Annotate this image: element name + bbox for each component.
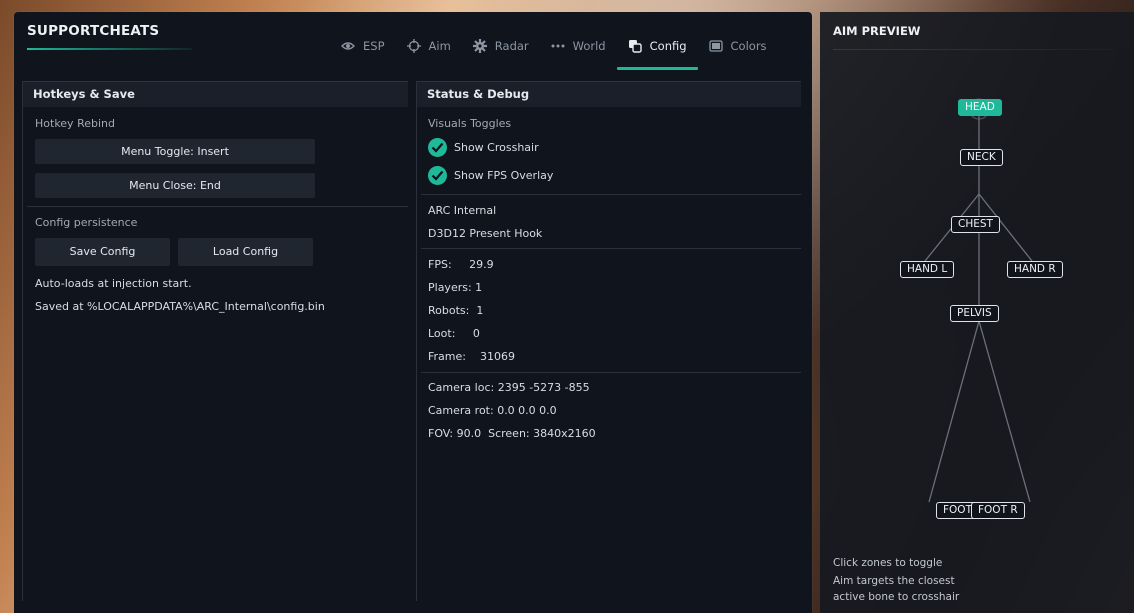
hotkeys-title: Hotkeys & Save (23, 81, 408, 107)
tab-aim[interactable]: Aim (396, 34, 462, 58)
autoload-note: Auto-loads at injection start. (35, 277, 192, 290)
tab-esp[interactable]: ESP (330, 34, 396, 58)
brand-title: SUPPORTCHEATS (27, 23, 160, 39)
divider (421, 372, 801, 373)
saved-path: Saved at %LOCALAPPDATA%\ARC_Internal\con… (35, 300, 325, 313)
players-stat: Players: 1 (428, 281, 483, 294)
hotkey-rebind-label: Hotkey Rebind (35, 117, 115, 130)
bone-hand-r[interactable]: HAND R (1007, 261, 1063, 278)
load-config-button[interactable]: Load Config (178, 238, 313, 266)
tab-radar[interactable]: Radar (462, 34, 540, 58)
menu-close-button[interactable]: Menu Close: End (35, 173, 315, 198)
aim-note-3: active bone to crosshair (833, 591, 960, 603)
bone-hand-l[interactable]: HAND L (900, 261, 955, 278)
tab-world-label: World (572, 39, 606, 53)
tab-world[interactable]: World (540, 34, 617, 58)
bone-foot-r[interactable]: FOOT R (971, 502, 1025, 519)
divider (421, 248, 801, 249)
fov-screen: FOV: 90.0 Screen: 3840x2160 (428, 427, 596, 440)
eye-icon (341, 39, 355, 53)
fps-stat: FPS: 29.9 (428, 258, 494, 271)
tab-config-label: Config (649, 39, 687, 53)
show-fps-checkbox[interactable] (428, 166, 447, 185)
menu-toggle-button[interactable]: Menu Toggle: Insert (35, 139, 315, 164)
tab-bar: ESP Aim Radar World Config Colors (330, 34, 778, 70)
tab-colors[interactable]: Colors (698, 34, 778, 58)
bone-head[interactable]: HEAD (958, 99, 1002, 116)
loot-stat: Loot: 0 (428, 327, 480, 340)
status-card: Status & Debug Visuals Toggles Show Cros… (416, 81, 801, 601)
save-config-button[interactable]: Save Config (35, 238, 170, 266)
gear-icon (472, 39, 487, 53)
show-crosshair-label: Show Crosshair (454, 141, 539, 154)
hook-text: D3D12 Present Hook (428, 227, 543, 240)
bone-chest[interactable]: CHEST (951, 216, 1000, 233)
bone-neck[interactable]: NECK (960, 149, 1003, 166)
aim-note-2: Aim targets the closest (833, 575, 955, 587)
tab-aim-label: Aim (428, 39, 451, 53)
check-icon (431, 170, 444, 181)
hotkeys-card: Hotkeys & Save Hotkey Rebind Menu Toggle… (22, 81, 408, 601)
tab-colors-label: Colors (730, 39, 767, 53)
frame-stat: Frame: 31069 (428, 350, 515, 363)
robots-stat: Robots: 1 (428, 304, 484, 317)
tab-config[interactable]: Config (616, 34, 698, 70)
divider (421, 194, 801, 195)
palette-icon (708, 39, 723, 53)
divider (27, 206, 408, 207)
config-persistence-label: Config persistence (35, 216, 138, 229)
arc-internal-text: ARC Internal (428, 204, 497, 217)
visuals-toggles-label: Visuals Toggles (428, 117, 512, 130)
dots-icon (551, 39, 565, 53)
camera-loc: Camera loc: 2395 -5273 -855 (428, 381, 590, 394)
aim-preview-panel: AIM PREVIEW HEAD NECK CHEST HAND L HAND … (820, 12, 1134, 613)
config-icon (628, 39, 642, 53)
status-title: Status & Debug (417, 81, 801, 107)
aim-note-1: Click zones to toggle (833, 557, 943, 569)
tab-radar-label: Radar (494, 39, 529, 53)
check-icon (431, 142, 444, 153)
camera-rot: Camera rot: 0.0 0.0 0.0 (428, 404, 557, 417)
brand-underline (27, 48, 192, 50)
show-crosshair-checkbox[interactable] (428, 138, 447, 157)
show-fps-label: Show FPS Overlay (454, 169, 554, 182)
crosshair-icon (406, 39, 421, 53)
tab-esp-label: ESP (363, 39, 385, 53)
bone-pelvis[interactable]: PELVIS (950, 305, 999, 322)
main-panel: SUPPORTCHEATS ESP Aim Radar World Config… (14, 12, 812, 613)
